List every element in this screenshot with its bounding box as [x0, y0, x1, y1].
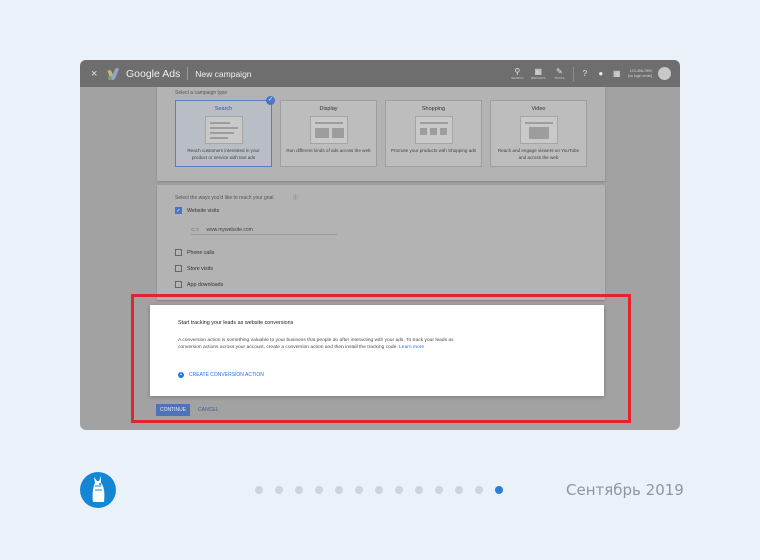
carousel-dot[interactable] [335, 486, 343, 494]
screenshot-frame: × Google Ads New campaign ⚲ SEARCH ▦ REP… [80, 60, 680, 430]
conversion-tracking-panel: Start tracking your leads as website con… [150, 305, 604, 396]
conversion-panel-title: Start tracking your leads as website con… [178, 320, 294, 326]
selected-check-icon: ✓ [266, 96, 275, 105]
search-tool-label: SEARCH [511, 76, 524, 80]
notifications-bell-icon[interactable]: ● [596, 69, 606, 78]
reports-tool-button[interactable]: ▦ REPORTS [531, 67, 546, 80]
plus-icon: + [178, 372, 184, 378]
campaign-type-name: Display [319, 106, 338, 112]
top-bar: × Google Ads New campaign ⚲ SEARCH ▦ REP… [80, 60, 680, 87]
goals-heading: Select the ways you'd like to reach your… [175, 195, 274, 201]
toolbar-divider [572, 66, 574, 81]
campaign-type-description: Reach and engage viewers on YouTube and … [497, 148, 580, 160]
campaign-type-display[interactable]: Display Run different kinds of ads acros… [280, 100, 377, 167]
website-url-value: www.mywebsite.com [206, 226, 253, 233]
video-ad-illustration-icon [519, 116, 558, 144]
phone-calls-checkbox[interactable] [175, 249, 182, 256]
campaign-type-search[interactable]: ✓ Search Reach customers interested in y… [175, 96, 275, 167]
form-actions: CONTINUE CANCEL [156, 404, 218, 416]
help-circle-icon[interactable]: ⓘ [293, 194, 298, 201]
help-icon[interactable]: ? [580, 69, 590, 78]
brand-name: Google Ads [126, 67, 181, 80]
campaign-type-shopping[interactable]: Shopping Promote your products with Shop… [385, 100, 482, 167]
carousel-dot[interactable] [435, 486, 443, 494]
search-ad-illustration-icon [204, 116, 243, 144]
create-conversion-action-label: CREATE CONVERSION ACTION [189, 372, 264, 378]
website-visits-option[interactable]: ✓ Website visits [175, 207, 219, 214]
campaign-type-name: Video [531, 106, 546, 112]
carousel-dot[interactable] [315, 486, 323, 494]
reports-tool-label: REPORTS [531, 76, 546, 80]
account-info[interactable]: 123-456-7890 [no login email] [628, 69, 652, 79]
campaign-type-video[interactable]: Video Reach and engage viewers on YouTub… [490, 100, 587, 167]
store-visits-checkbox[interactable] [175, 265, 182, 272]
carousel-dot[interactable] [395, 486, 403, 494]
website-url-field[interactable]: ⊂⊃ www.mywebsite.com [191, 225, 337, 235]
campaign-type-name: Search [214, 106, 233, 112]
carousel-dot[interactable] [275, 486, 283, 494]
account-email: [no login email] [627, 73, 652, 78]
learn-more-link[interactable]: Learn more [399, 345, 424, 350]
campaign-type-name: Shopping [421, 106, 446, 112]
carousel-dot-active[interactable] [495, 486, 503, 494]
app-downloads-option[interactable]: App downloads [175, 281, 223, 288]
conversion-panel-body: A conversion action is something valuabl… [178, 337, 468, 352]
carousel-dot[interactable] [415, 486, 423, 494]
page-title: New campaign [195, 68, 252, 79]
campaign-type-card: Select a campaign type ✓ Search Reach cu… [157, 87, 605, 181]
carousel-dot[interactable] [375, 486, 383, 494]
carousel-dot[interactable] [295, 486, 303, 494]
goals-card: Select the ways you'd like to reach your… [157, 185, 605, 300]
website-visits-label: Website visits [187, 207, 220, 214]
campaign-type-description: Promote your products with Shopping ads [390, 148, 477, 153]
carousel-dot[interactable] [355, 486, 363, 494]
apps-grid-icon[interactable]: ▦ [612, 69, 622, 78]
create-conversion-action-button[interactable]: + CREATE CONVERSION ACTION [178, 372, 264, 378]
reports-icon: ▦ [534, 67, 543, 76]
app-downloads-label: App downloads [187, 281, 224, 288]
google-ads-logo-icon [106, 67, 122, 80]
tools-tool-button[interactable]: ✎ TOOLS [552, 67, 567, 80]
phone-calls-label: Phone calls [187, 249, 215, 256]
campaign-type-description: Reach customers interested in your produ… [187, 148, 260, 160]
link-icon: ⊂⊃ [191, 226, 200, 233]
carousel-dot[interactable] [255, 486, 263, 494]
cancel-button[interactable]: CANCEL [198, 407, 218, 413]
wrench-icon: ✎ [555, 67, 563, 76]
app-downloads-checkbox[interactable] [175, 281, 182, 288]
store-visits-option[interactable]: Store visits [175, 265, 213, 272]
phone-calls-option[interactable]: Phone calls [175, 249, 214, 256]
campaign-type-description: Run different kinds of ads across the we… [286, 148, 371, 153]
website-visits-checkbox[interactable]: ✓ [175, 207, 182, 214]
carousel-pagination [255, 486, 503, 494]
search-tool-button[interactable]: ⚲ SEARCH [510, 67, 525, 80]
campaign-type-heading: Select a campaign type [175, 90, 227, 96]
lama-avatar-icon [80, 472, 116, 508]
campaign-type-options: ✓ Search Reach customers interested in y… [175, 96, 587, 167]
display-ad-illustration-icon [309, 116, 348, 144]
continue-button[interactable]: CONTINUE [156, 404, 191, 416]
title-divider [187, 67, 189, 80]
carousel-dot[interactable] [455, 486, 463, 494]
account-number: 123-456-7890 [629, 68, 652, 73]
avatar[interactable] [658, 67, 671, 80]
close-icon[interactable]: × [91, 68, 101, 80]
date-label: Сентябрь 2019 [566, 481, 684, 499]
toolbar: ⚲ SEARCH ▦ REPORTS ✎ TOOLS ? ● ▦ 123-456… [510, 60, 671, 87]
search-icon: ⚲ [514, 67, 521, 76]
tools-tool-label: TOOLS [554, 76, 565, 80]
store-visits-label: Store visits [187, 265, 213, 272]
shopping-ad-illustration-icon [414, 116, 453, 144]
carousel-dot[interactable] [475, 486, 483, 494]
